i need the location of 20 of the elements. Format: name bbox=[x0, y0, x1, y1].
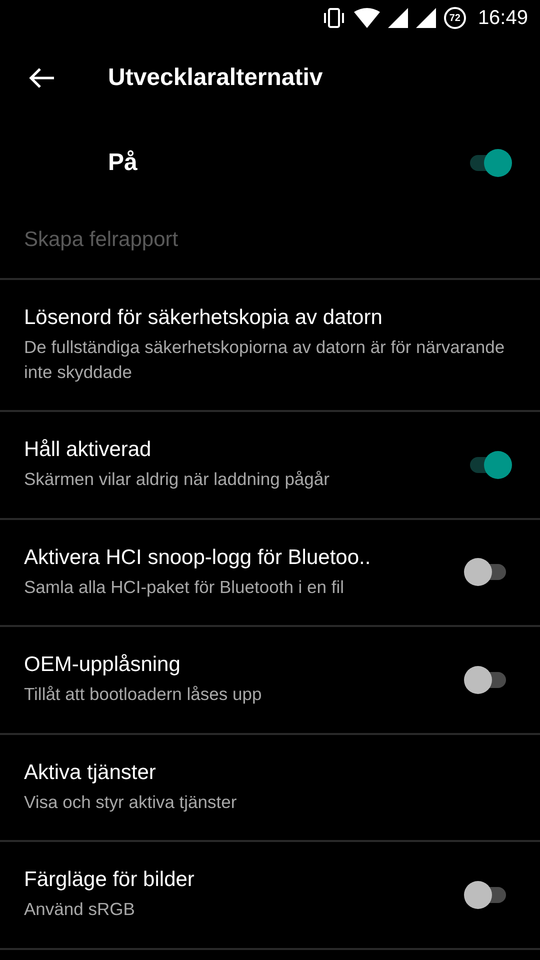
signal-icon bbox=[416, 8, 436, 28]
page-title: Utvecklaralternativ bbox=[108, 64, 323, 92]
setting-summary: Visa och styr aktiva tjänster bbox=[24, 790, 238, 814]
clock-time: 16:49 bbox=[478, 6, 528, 30]
wifi-icon bbox=[354, 8, 380, 28]
setting-summary: Tillåt att bootloadern låses upp bbox=[24, 683, 263, 706]
setting-title[interactable]: Lösenord för säkerhetskopia av datorn bbox=[24, 306, 512, 330]
setting-summary: Samla alla HCI-paket för Bluetooth i en fil bbox=[24, 576, 346, 599]
setting-title[interactable]: Färgläge för bilder bbox=[24, 868, 448, 892]
battery-level: 72 bbox=[444, 7, 466, 29]
setting-title[interactable]: Aktiva tjänster bbox=[24, 760, 512, 784]
master-switch-label: På bbox=[108, 149, 138, 177]
vibrate-icon bbox=[322, 8, 346, 28]
setting-summary: Skärmen vilar aldrig när laddning pågår bbox=[24, 468, 330, 491]
setting-summary: De fullständiga säkerhetskopiorna av datorn är för närvarande inte skyddade bbox=[24, 336, 506, 384]
setting-summary: Använd sRGB bbox=[24, 898, 136, 921]
setting-title[interactable]: Håll aktiverad bbox=[24, 438, 448, 462]
signal-icon bbox=[388, 8, 408, 28]
setting-title[interactable]: OEM-upplåsning bbox=[24, 653, 448, 677]
setting-title[interactable]: Aktivera HCI snoop-logg för Bluetoo.. bbox=[24, 546, 448, 570]
